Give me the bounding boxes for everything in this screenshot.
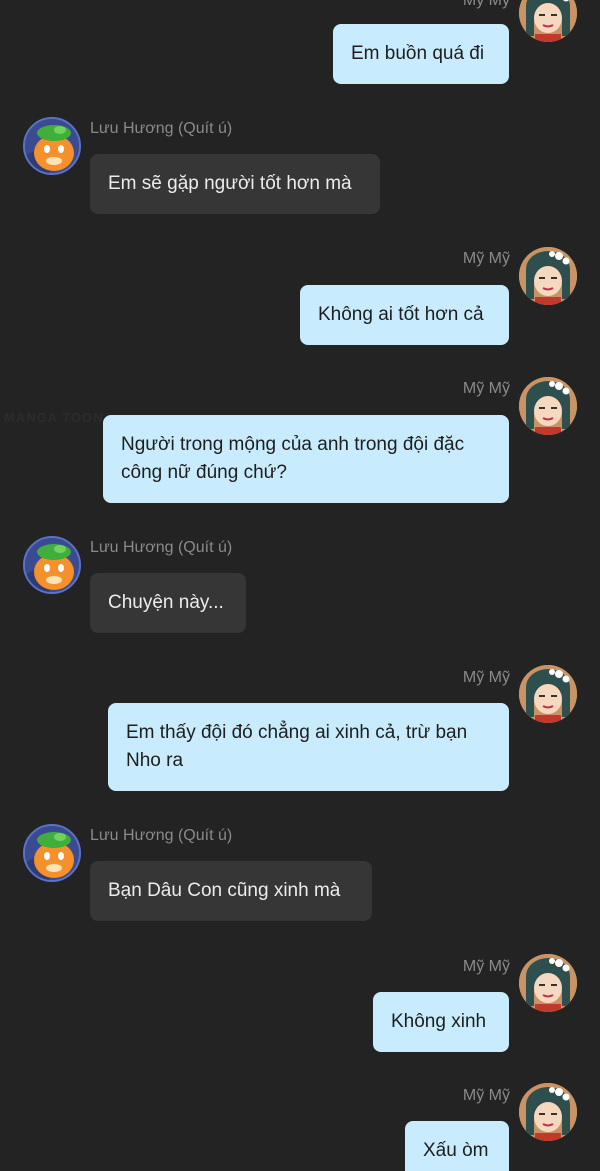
message-bubble[interactable]: Bạn Dâu Con cũng xinh mà [90, 861, 372, 921]
orange-character-avatar[interactable] [23, 117, 81, 175]
watermark: MANGA TOON [4, 410, 104, 425]
orange-character-avatar[interactable] [23, 536, 81, 594]
message-bubble[interactable]: Em thấy đội đó chẳng ai xinh cả, trừ bạn… [108, 703, 509, 791]
girl-character-avatar[interactable] [519, 954, 577, 1012]
chat-thread: MANGA TOON Mỹ Mỹ Em buồn quá đi Lưu Hương … [0, 0, 600, 1171]
girl-character-avatar[interactable] [519, 665, 577, 723]
sender-name: Mỹ Mỹ [462, 380, 510, 397]
girl-character-avatar[interactable] [519, 377, 577, 435]
sender-name: Mỹ Mỹ [462, 1087, 510, 1104]
message-bubble[interactable]: Không ai tốt hơn cả [300, 285, 509, 345]
girl-character-avatar[interactable] [519, 0, 577, 42]
orange-character-avatar[interactable] [23, 824, 81, 882]
sender-name: Mỹ Mỹ [462, 669, 510, 686]
sender-name: Lưu Hương (Quít ú) [90, 827, 233, 844]
message-bubble[interactable]: Chuyện này... [90, 573, 246, 633]
sender-name: Mỹ Mỹ [462, 958, 510, 975]
sender-name: Lưu Hương (Quít ú) [90, 539, 233, 556]
girl-character-avatar[interactable] [519, 1083, 577, 1141]
message-bubble[interactable]: Em sẽ gặp người tốt hơn mà [90, 154, 380, 214]
sender-name: Mỹ Mỹ [462, 0, 510, 9]
girl-character-avatar[interactable] [519, 247, 577, 305]
message-bubble[interactable]: Em buồn quá đi [333, 24, 509, 84]
sender-name: Lưu Hương (Quít ú) [90, 120, 233, 137]
message-bubble[interactable]: Người trong mộng của anh trong đội đặc c… [103, 415, 509, 503]
sender-name: Mỹ Mỹ [462, 250, 510, 267]
message-bubble[interactable]: Xấu òm [405, 1121, 509, 1171]
message-bubble[interactable]: Không xinh [373, 992, 509, 1052]
